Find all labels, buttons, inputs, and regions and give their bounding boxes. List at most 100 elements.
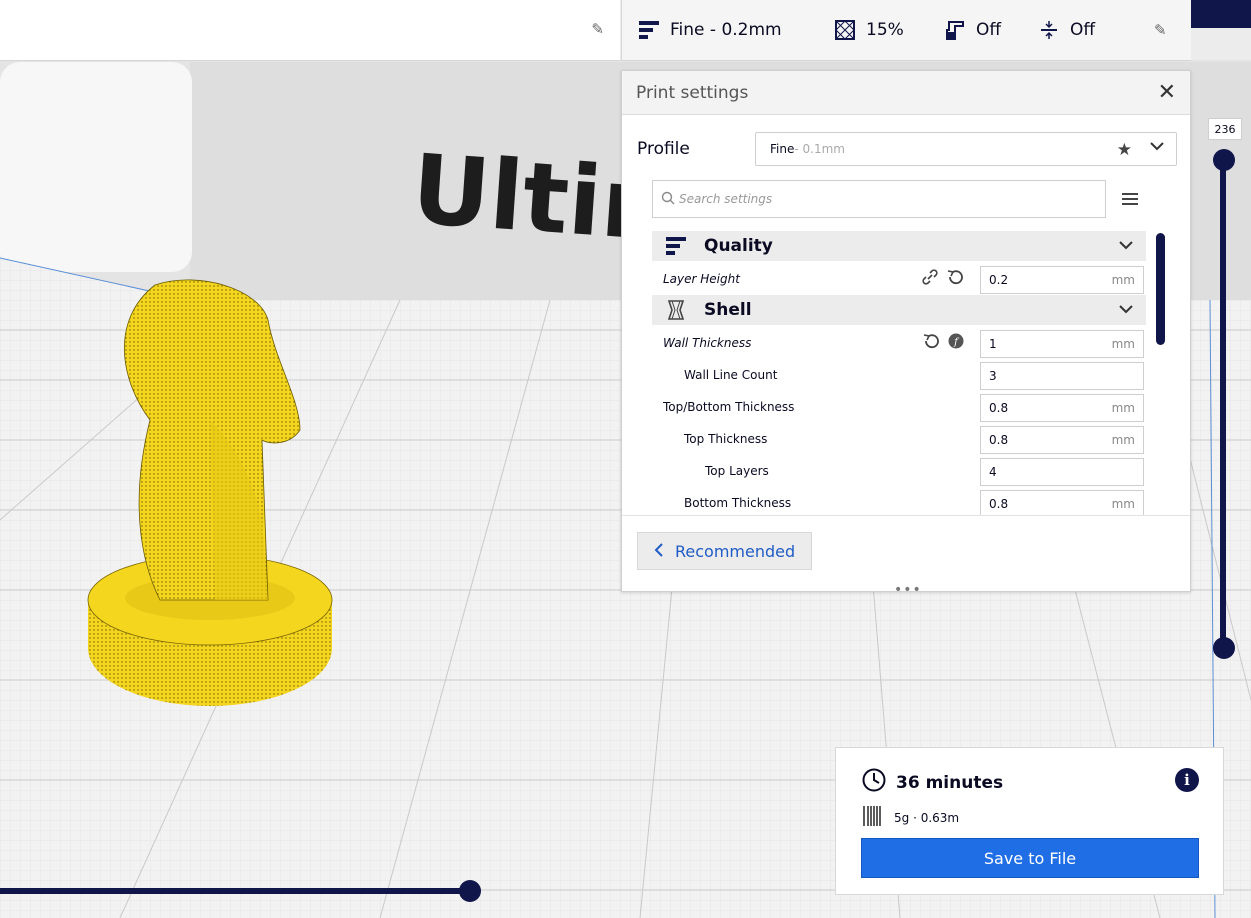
edit-pencil-icon[interactable]: ✎ [591, 20, 604, 38]
category-quality[interactable]: Quality [652, 231, 1146, 261]
profile-suffix: - 0.1mm [794, 142, 845, 156]
setting-value: 1 [989, 337, 997, 351]
save-to-file-button[interactable]: Save to File [861, 838, 1199, 878]
panel-footer: Recommended ••• [622, 515, 1190, 598]
setting-label: Layer Height [663, 272, 740, 286]
setting-value: 0.8 [989, 401, 1009, 415]
setting-row: Top Thickness 0.8 mm [652, 423, 1146, 455]
recommended-button[interactable]: Recommended [637, 532, 812, 570]
estimate-material-label: 5g · 0.63m [894, 810, 960, 825]
setting-value: 0.8 [989, 497, 1009, 511]
print-setup-bar[interactable]: Fine - 0.2mm 15% Off Off ✎ [621, 0, 1191, 61]
search-input[interactable]: Search settings [652, 180, 1106, 218]
setting-label: Top Layers [705, 464, 769, 478]
setting-row: Bottom Thickness 0.8 mm [652, 487, 1146, 516]
filament-spool-icon [862, 805, 884, 830]
resize-handle-icon[interactable]: ••• [894, 582, 922, 598]
path-slider-handle[interactable] [459, 880, 481, 902]
layer-slider-lower-handle[interactable] [1213, 637, 1235, 659]
setting-row: Wall Thickness f 1 mm [652, 327, 1146, 359]
setting-value: 4 [989, 465, 997, 479]
adhesion-icon [1038, 19, 1060, 41]
search-placeholder: Search settings [679, 192, 773, 206]
link-icon[interactable] [922, 269, 938, 289]
profile-row: Profile Fine - 0.1mm ★ [637, 132, 1177, 166]
chevron-down-icon [1150, 140, 1164, 154]
category-shell[interactable]: Shell [652, 295, 1146, 325]
quality-icon [638, 19, 660, 41]
chevron-left-icon [654, 542, 663, 561]
edit-pencil-icon[interactable]: ✎ [1154, 21, 1167, 39]
setting-field[interactable]: 3 [980, 362, 1144, 390]
setting-label: Wall Thickness [663, 336, 752, 350]
panel-title: Print settings [636, 82, 749, 103]
chevron-down-icon [1106, 239, 1146, 254]
profile-summary[interactable]: Fine - 0.2mm [638, 19, 834, 41]
setting-row: Top Layers 4 [652, 455, 1146, 487]
setting-field[interactable]: 1 mm [980, 330, 1144, 358]
function-icon[interactable]: f [948, 333, 964, 353]
search-row: Search settings [652, 180, 1162, 218]
print-settings-panel: Print settings ✕ Profile Fine - 0.1mm ★ … [621, 70, 1191, 598]
setting-unit: mm [1111, 497, 1135, 511]
setting-label: Wall Line Count [684, 368, 778, 382]
toolbar-left: ✎ [0, 0, 620, 61]
setting-field[interactable]: 0.8 mm [980, 394, 1144, 422]
layer-number-tooltip: 236 [1208, 118, 1242, 140]
setting-value: 0.8 [989, 433, 1009, 447]
settings-menu-icon[interactable] [1122, 193, 1138, 205]
reset-icon[interactable] [946, 269, 964, 289]
layer-number: 236 [1214, 122, 1236, 136]
settings-list[interactable]: Quality Layer Height 0.2 mm Shell Wall T… [652, 231, 1146, 516]
setting-label: Top/Bottom Thickness [663, 400, 795, 414]
profile-dropdown[interactable]: Fine - 0.1mm ★ [755, 132, 1177, 166]
info-icon[interactable]: i [1175, 768, 1199, 792]
profile-label: Profile [637, 139, 690, 159]
chevron-down-icon [1106, 303, 1146, 318]
support-summary[interactable]: Off [944, 19, 1038, 41]
layer-slider-track[interactable] [1220, 160, 1226, 650]
infill-icon [834, 19, 856, 41]
setting-unit: mm [1111, 433, 1135, 447]
profile-value: Fine [770, 142, 795, 156]
setting-row: Wall Line Count 3 [652, 359, 1146, 391]
prime-tower [0, 62, 192, 272]
settings-scrollbar[interactable] [1156, 233, 1165, 345]
close-icon[interactable]: ✕ [1158, 81, 1176, 104]
support-icon [944, 19, 966, 41]
setting-row: Layer Height 0.2 mm [652, 263, 1146, 295]
infill-summary-label: 15% [866, 20, 904, 40]
quality-icon [664, 235, 688, 257]
print-estimate-panel: 36 minutes i 5g · 0.63m Save to File [835, 747, 1224, 895]
shell-icon [664, 299, 688, 321]
setting-unit: mm [1111, 337, 1135, 351]
category-label: Quality [704, 236, 773, 256]
save-to-file-label: Save to File [983, 848, 1077, 868]
adhesion-summary[interactable]: Off [1038, 19, 1148, 41]
estimate-material: 5g · 0.63m [862, 805, 959, 830]
adhesion-summary-label: Off [1070, 20, 1096, 40]
setting-field[interactable]: 0.2 mm [980, 266, 1144, 294]
setting-unit: mm [1111, 273, 1135, 287]
panel-header: Print settings ✕ [622, 71, 1190, 115]
setting-row: Top/Bottom Thickness 0.8 mm [652, 391, 1146, 423]
setting-field[interactable]: 4 [980, 458, 1144, 486]
setting-field[interactable]: 0.8 mm [980, 426, 1144, 454]
setting-unit: mm [1111, 401, 1135, 415]
setting-value: 0.2 [989, 273, 1009, 287]
recommended-label: Recommended [675, 541, 796, 561]
setting-label: Top Thickness [684, 432, 768, 446]
reset-icon[interactable] [922, 333, 940, 353]
infill-summary[interactable]: 15% [834, 19, 944, 41]
estimate-time: 36 minutes [862, 768, 1003, 797]
layer-slider-upper-handle[interactable] [1213, 149, 1235, 171]
setting-field[interactable]: 0.8 mm [980, 490, 1144, 516]
profile-summary-label: Fine - 0.2mm [670, 20, 782, 40]
search-icon [661, 191, 675, 208]
path-slider-track[interactable] [0, 888, 470, 894]
support-summary-label: Off [976, 20, 1002, 40]
star-icon[interactable]: ★ [1117, 140, 1132, 160]
header-corner [1191, 0, 1251, 28]
estimate-time-label: 36 minutes [896, 772, 1004, 793]
setting-label: Bottom Thickness [684, 496, 792, 510]
